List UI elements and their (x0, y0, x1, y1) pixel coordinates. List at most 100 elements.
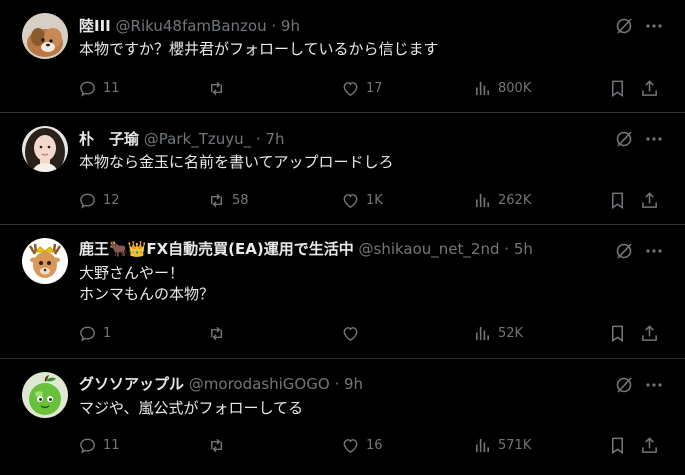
tweet[interactable]: 朴 子瑜 @Park_Tzuyu_ · 7h 本物なら金玉に名前を書いてアップロ… (0, 113, 685, 225)
more-icon[interactable] (645, 17, 663, 35)
avatar[interactable] (22, 238, 68, 284)
reply-icon (80, 81, 95, 97)
reply-button[interactable]: 1 (78, 322, 111, 344)
bookmark-button[interactable] (608, 77, 627, 99)
display-name[interactable]: 朴 子瑜 (79, 130, 139, 148)
avatar[interactable] (22, 126, 68, 172)
more-icon[interactable] (645, 130, 663, 148)
reply-count: 11 (103, 437, 120, 453)
views-count: 262K (498, 192, 532, 208)
tweet-actions: 11 16 571K (78, 434, 662, 456)
views-icon (475, 438, 490, 452)
bookmark-icon (611, 192, 624, 209)
reply-button[interactable]: 12 (78, 189, 120, 211)
grok-icon[interactable] (615, 130, 633, 148)
timestamp[interactable]: 7h (265, 130, 284, 148)
tweet-header: グソソアップル @morodashiGOGO · 9h (79, 374, 363, 394)
tweet-actions: 12 58 1K 262K (78, 189, 662, 211)
user-handle[interactable]: @Riku48famBanzou (116, 17, 267, 35)
display-name[interactable]: グソソアップル (79, 375, 184, 393)
separator-dot: · (504, 240, 510, 258)
tweet[interactable]: 鹿王🐂👑FX自動売買(EA)運用で生活中 @shikaou_net_2nd · … (0, 225, 685, 359)
user-handle[interactable]: @Park_Tzuyu_ (144, 130, 251, 148)
separator-dot: · (255, 130, 261, 148)
reply-button[interactable]: 11 (78, 434, 120, 456)
tweet-header: 鹿王🐂👑FX自動売買(EA)運用で生活中 @shikaou_net_2nd · … (79, 239, 533, 259)
retweet-button[interactable] (207, 322, 232, 344)
reply-count: 12 (103, 192, 120, 208)
retweet-icon (211, 81, 222, 95)
reply-icon (80, 326, 95, 342)
tweet-top-icons (615, 242, 663, 260)
tweet[interactable]: 陸III @Riku48famBanzou · 9h 本物ですか？櫻井君がフォロ… (0, 0, 685, 113)
views-button[interactable]: 52K (473, 322, 523, 344)
bookmark-icon (611, 325, 624, 342)
timestamp[interactable]: 9h (281, 17, 300, 35)
views-count: 800K (498, 80, 532, 96)
grok-icon[interactable] (615, 17, 633, 35)
display-name[interactable]: 陸III (79, 17, 111, 35)
views-icon (475, 326, 490, 340)
share-button[interactable] (640, 77, 659, 99)
tweet-text: 本物なら金玉に名前を書いてアップロードしろ (79, 153, 394, 171)
bookmark-icon (611, 437, 624, 454)
tweet-actions: 11 17 800K (78, 77, 662, 99)
like-button[interactable] (341, 322, 366, 344)
like-count: 16 (366, 437, 383, 453)
retweet-button[interactable] (207, 77, 232, 99)
tweet-top-icons (615, 376, 663, 394)
avatar[interactable] (22, 13, 68, 59)
grok-icon[interactable] (615, 242, 633, 260)
tweet-header: 陸III @Riku48famBanzou · 9h (79, 16, 300, 36)
share-icon (642, 436, 657, 453)
display-name[interactable]: 鹿王🐂👑FX自動売買(EA)運用で生活中 (79, 240, 354, 258)
user-handle[interactable]: @morodashiGOGO (189, 375, 330, 393)
timestamp[interactable]: 5h (514, 240, 533, 258)
bookmark-icon (611, 80, 624, 97)
timestamp[interactable]: 9h (344, 375, 363, 393)
views-button[interactable]: 262K (473, 189, 531, 211)
bookmark-button[interactable] (608, 434, 627, 456)
more-icon[interactable] (645, 376, 663, 394)
views-button[interactable]: 571K (473, 434, 531, 456)
reply-button[interactable]: 11 (78, 77, 120, 99)
separator-dot: · (334, 375, 340, 393)
reply-count: 1 (103, 325, 112, 341)
tweet-top-icons (615, 130, 663, 148)
reply-count: 11 (103, 80, 120, 96)
tweet-feed: 陸III @Riku48famBanzou · 9h 本物ですか？櫻井君がフォロ… (0, 0, 685, 475)
like-button[interactable]: 16 (341, 434, 383, 456)
more-icon[interactable] (645, 242, 663, 260)
retweet-icon (211, 438, 222, 452)
share-icon (642, 191, 657, 208)
tweet-top-icons (615, 17, 663, 35)
tweet-header: 朴 子瑜 @Park_Tzuyu_ · 7h (79, 129, 285, 149)
like-count: 1K (366, 192, 383, 208)
like-icon (343, 326, 358, 341)
retweet-button[interactable]: 58 (207, 189, 249, 211)
like-button[interactable]: 1K (341, 189, 383, 211)
tweet-text: マジや、嵐公式がフォローしてる (79, 399, 304, 417)
separator-dot: · (271, 17, 277, 35)
grok-icon[interactable] (615, 376, 633, 394)
user-handle[interactable]: @shikaou_net_2nd (359, 240, 500, 258)
like-icon (343, 81, 358, 96)
share-icon (642, 324, 657, 341)
views-icon (475, 193, 490, 207)
avatar[interactable] (22, 372, 68, 418)
views-count: 571K (498, 437, 532, 453)
bookmark-button[interactable] (608, 189, 627, 211)
like-count: 17 (366, 80, 383, 96)
views-button[interactable]: 800K (473, 77, 531, 99)
share-button[interactable] (640, 189, 659, 211)
like-button[interactable]: 17 (341, 77, 383, 99)
reply-icon (80, 193, 95, 209)
bookmark-button[interactable] (608, 322, 627, 344)
retweet-icon (211, 326, 222, 340)
tweet-text: 本物ですか？櫻井君がフォローしているから信じます (79, 40, 439, 58)
retweet-button[interactable] (207, 434, 232, 456)
tweet-text: 大野さんやー！ ホンマもんの本物？ (79, 264, 215, 303)
share-button[interactable] (640, 434, 659, 456)
share-button[interactable] (640, 322, 659, 344)
tweet[interactable]: グソソアップル @morodashiGOGO · 9h マジや、嵐公式がフォロー… (0, 359, 685, 475)
